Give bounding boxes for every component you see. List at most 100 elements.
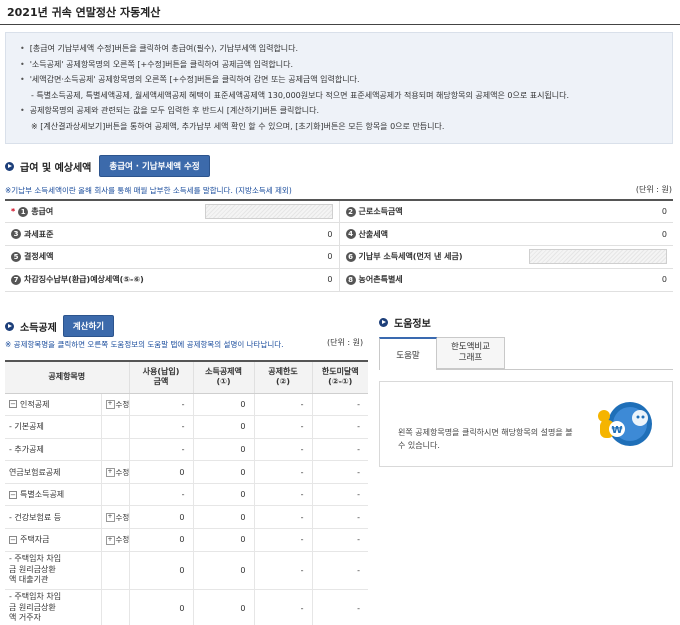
edit-cell: 수정 (100, 505, 130, 530)
deduction-item-name[interactable]: 연금보험료공제 (5, 460, 101, 484)
deduction-item-name[interactable]: - 주택임차 차입 금 원리금상환 액 거주자 (5, 589, 101, 625)
guide-item: [총급여 기납부세액 수정]버튼을 클릭하여 총급여(필수), 기납부세액 입력… (20, 41, 660, 57)
table-row: - 추가공제 -0- - (5, 438, 368, 462)
salary-value: 0 (507, 200, 673, 224)
salary-row: 7 차감징수납부(환급)예상세액(⑤-⑥) 0 8 농어촌특별세 0 (5, 268, 673, 292)
salary-value: 0 (191, 245, 340, 269)
circled-number: 5 (11, 251, 21, 262)
salary-note: ※기납부 소득세액이란 올해 회사를 통해 매월 납부한 소득세를 말합니다. … (5, 186, 292, 195)
deduction-item-name[interactable]: − 인적공제 (5, 393, 101, 417)
under-limit: - (311, 505, 368, 530)
tab-divider (437, 369, 673, 370)
guide-item: - 특별소득공제, 특별세액공제, 월세액세액공제 혜택이 표준세액공제액 13… (31, 90, 570, 100)
guide-box: [총급여 기납부세액 수정]버튼을 클릭하여 총급여(필수), 기납부세액 입력… (5, 32, 673, 144)
title-divider (0, 24, 680, 25)
deduction-item-name[interactable]: - 건강보험료 등 (5, 505, 101, 530)
salary-row: 3 과세표준 0 4 산출세액 0 (5, 222, 673, 247)
edit-salary-button[interactable]: 총급여 · 기납부세액 수정 (99, 155, 210, 177)
deduction-amount: 0 (192, 393, 254, 417)
arrow-circle-icon (5, 161, 14, 171)
collapse-icon[interactable]: − (9, 400, 17, 409)
edit-cell (100, 438, 129, 462)
used-amount: - (128, 483, 193, 507)
salary-row: 5 결정세액 0 6 기납부 소득세액(먼저 낸 세금) (5, 245, 673, 269)
edit-cell (100, 483, 129, 507)
deduction-amount: 0 (192, 505, 254, 530)
guide-item: '세액감면·소득공제' 공제항목명의 오른쪽 [+수정]버튼을 클릭하여 감면 … (20, 72, 660, 88)
under-limit: - (311, 589, 368, 625)
edit-button[interactable]: 수정 (106, 468, 130, 477)
salary-row: * 1 총급여 2 근로소득금액 0 (5, 200, 673, 224)
salary-label: 6 기납부 소득세액(먼저 낸 세금) (339, 245, 507, 269)
deduction-item-label: 인적공제 (20, 399, 50, 409)
under-limit: - (311, 551, 368, 590)
deduction-item-name[interactable]: - 주택임차 차입 금 원리금상환 액 대출기관 (5, 551, 101, 590)
deduction-item-label: 주택자금 (20, 535, 50, 545)
deduction-limit: - (253, 438, 312, 462)
deduction-item-label: - 건강보험료 등 (9, 512, 62, 522)
deduction-item-label: - 주택임차 차입 금 원리금상환 액 대출기관 (9, 554, 62, 585)
deduction-limit: - (253, 483, 312, 507)
salary-section-header: 급여 및 예상세액 총급여 · 기납부세액 수정 (5, 155, 210, 177)
tab-limit-graph[interactable]: 한도액비교 그래프 (437, 337, 505, 369)
svg-text:₩: ₩ (611, 425, 622, 436)
table-row: 연금보험료공제수정00-- (5, 460, 368, 484)
salary-value[interactable] (191, 200, 340, 224)
table-row: - 건강보험료 등수정00-- (5, 505, 368, 530)
circled-number: 1 (18, 206, 29, 217)
used-amount: - (128, 438, 193, 462)
under-limit: - (311, 415, 368, 439)
edit-button[interactable]: 수정 (106, 513, 130, 522)
circled-number: 3 (11, 229, 21, 240)
deduction-item-name[interactable]: - 추가공제 (5, 438, 101, 462)
circled-number: 7 (11, 274, 21, 285)
deduction-amount: 0 (192, 483, 254, 507)
edit-button[interactable]: 수정 (106, 400, 130, 409)
col-header: 공제한도 (②) (253, 361, 312, 394)
under-limit: - (311, 460, 368, 484)
deduction-amount: 0 (192, 589, 254, 625)
edit-cell: 수정 (100, 393, 130, 417)
salary-value[interactable] (507, 245, 673, 269)
salary-label: 3 과세표준 (5, 222, 191, 247)
help-section-header: 도움정보 (379, 315, 431, 330)
deduction-item-label: 연금보험료공제 (9, 467, 61, 477)
calculate-button[interactable]: 계산하기 (62, 315, 115, 337)
col-header-item: 공제항목명 (5, 361, 129, 394)
deduction-unit: (단위 : 원) (327, 338, 364, 347)
collapse-icon[interactable]: − (9, 535, 17, 544)
disabled-input[interactable] (204, 204, 333, 220)
deduction-limit: - (253, 589, 312, 625)
table-row: - 주택임차 차입 금 원리금상환 액 대출기관 0 0- - (5, 551, 368, 590)
edit-button[interactable]: 수정 (106, 535, 130, 544)
table-row: − 특별소득공제 -0- - (5, 483, 368, 507)
salary-unit: (단위 : 원) (635, 185, 672, 194)
under-limit: - (311, 528, 368, 552)
deduction-item-name[interactable]: - 기본공제 (5, 415, 101, 439)
deduction-item-label: - 주택임차 차입 금 원리금상환 액 거주자 (9, 592, 62, 623)
circled-number: 4 (345, 229, 356, 240)
circled-number: 6 (345, 251, 356, 262)
tab-help[interactable]: 도움말 (379, 337, 437, 370)
deduction-amount: 0 (192, 438, 254, 462)
collapse-icon[interactable]: − (9, 490, 17, 499)
deduction-item-label: - 추가공제 (9, 444, 44, 454)
salary-value: 0 (191, 222, 340, 247)
used-amount: 0 (128, 528, 193, 552)
arrow-circle-icon (5, 321, 14, 331)
deduction-limit: - (253, 460, 312, 484)
deduction-item-name[interactable]: − 주택자금 (5, 528, 101, 552)
edit-cell (100, 589, 129, 625)
salary-label: 5 결정세액 (5, 245, 191, 269)
deduction-limit: - (253, 415, 312, 439)
salary-section-title: 급여 및 예상세액 (20, 162, 92, 174)
deduction-section-header: 소득공제 계산하기 (5, 315, 115, 337)
deduction-item-name[interactable]: − 특별소득공제 (5, 483, 101, 507)
table-header: 공제항목명 사용(납입) 금액 소득공제액 (①) 공제한도 (②) 한도미달액 (②-①) (5, 361, 368, 394)
col-header: 사용(납입) 금액 (128, 361, 193, 394)
deduction-amount: 0 (192, 551, 254, 590)
help-tabs: 도움말 한도액비교 그래프 (379, 337, 505, 370)
disabled-input[interactable] (529, 249, 667, 265)
col-header: 소득공제액 (①) (192, 361, 254, 394)
deduction-limit: - (253, 551, 312, 590)
